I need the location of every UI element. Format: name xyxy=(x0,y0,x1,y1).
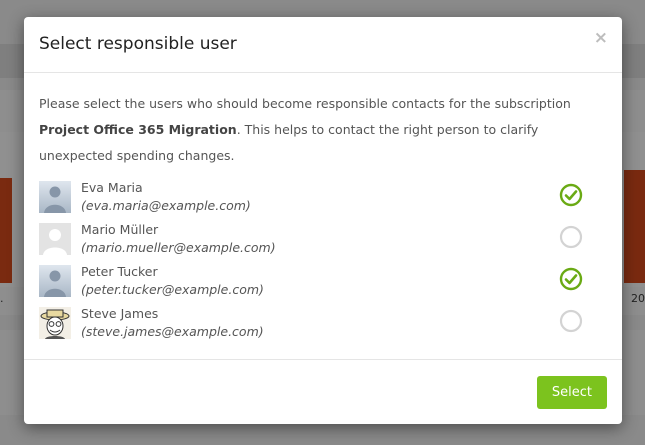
user-email: (eva.maria@example.com) xyxy=(81,198,251,213)
user-list: Eva Maria (eva.maria@example.com) Mario … xyxy=(39,180,599,348)
modal-footer: Select xyxy=(24,359,622,425)
check-circle-selected-icon[interactable] xyxy=(559,183,583,207)
select-user-modal: Select responsible user × Please select … xyxy=(24,17,622,424)
background-axis-label-right: 20 xyxy=(631,292,645,305)
avatar xyxy=(39,307,71,339)
user-name: Eva Maria xyxy=(81,180,143,195)
default-person-avatar-icon xyxy=(39,265,71,297)
modal-header: Select responsible user × xyxy=(24,17,622,73)
background-axis-label-left: . xyxy=(0,292,4,305)
close-icon[interactable]: × xyxy=(594,30,608,47)
user-email: (steve.james@example.com) xyxy=(81,324,264,339)
avatar xyxy=(39,223,71,255)
user-name: Mario Müller xyxy=(81,222,159,237)
check-circle-unselected-icon[interactable] xyxy=(559,309,583,333)
user-row-mario-muller[interactable]: Mario Müller (mario.mueller@example.com) xyxy=(39,222,599,264)
modal-title: Select responsible user xyxy=(39,34,237,54)
avatar xyxy=(39,265,71,297)
description-prefix: Please select the users who should becom… xyxy=(39,96,571,111)
blank-silhouette-avatar-icon xyxy=(39,223,71,255)
user-email: (mario.mueller@example.com) xyxy=(81,240,276,255)
avatar xyxy=(39,181,71,213)
user-name: Peter Tucker xyxy=(81,264,158,279)
cartoon-face-avatar-icon xyxy=(39,307,71,339)
default-person-avatar-icon xyxy=(39,181,71,213)
user-name: Steve James xyxy=(81,306,159,321)
user-row-eva-maria[interactable]: Eva Maria (eva.maria@example.com) xyxy=(39,180,599,222)
check-circle-unselected-icon[interactable] xyxy=(559,225,583,249)
background-chart-bar-left xyxy=(0,178,12,283)
select-button[interactable]: Select xyxy=(536,376,607,409)
background-chart-bar-right xyxy=(624,170,645,283)
modal-description: Please select the users who should becom… xyxy=(39,91,609,169)
user-row-peter-tucker[interactable]: Peter Tucker (peter.tucker@example.com) xyxy=(39,264,599,306)
user-row-steve-james[interactable]: Steve James (steve.james@example.com) xyxy=(39,306,599,348)
user-email: (peter.tucker@example.com) xyxy=(81,282,264,297)
subscription-name: Project Office 365 Migration xyxy=(39,122,237,137)
check-circle-selected-icon[interactable] xyxy=(559,267,583,291)
